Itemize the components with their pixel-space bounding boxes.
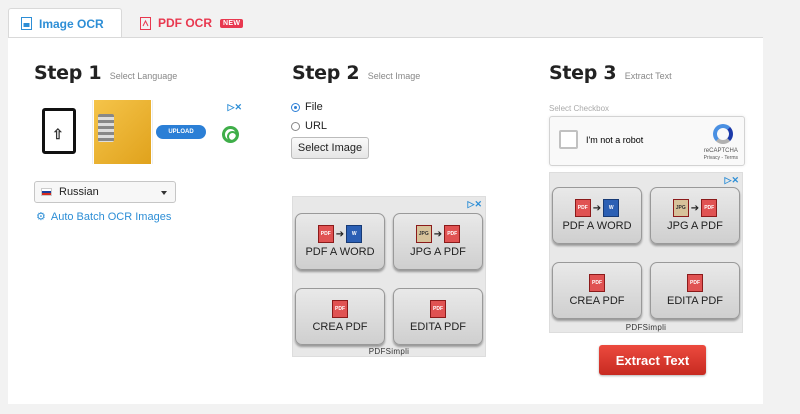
zip-folder-icon — [98, 114, 114, 142]
ad-button-label: JPG A PDF — [410, 246, 466, 258]
ad-pdf-to-word-button[interactable]: PDF ➔ W PDF A WORD — [552, 187, 642, 244]
step2-heading: Step 2 Select Image — [292, 62, 420, 84]
upload-file-ad-tile[interactable]: ⇧ — [35, 100, 93, 164]
step2-ad[interactable]: ▷✕ PDF ➔ W PDF A WORD JPG ➔ PDF JPG A PDF PD… — [292, 196, 486, 357]
ad-button-label: CREA PDF — [312, 321, 368, 333]
auto-batch-label: Auto Batch OCR Images — [50, 210, 172, 223]
image-file-icon — [21, 17, 32, 30]
step3-heading: Step 3 Extract Text — [549, 62, 672, 84]
recaptcha-text: I'm not a robot — [586, 135, 644, 145]
recaptcha-brand-name: reCAPTCHA — [703, 148, 738, 154]
recaptcha-brand: reCAPTCHA Privacy - Terms — [704, 148, 738, 162]
ad-close-icon[interactable]: ▷✕ — [725, 175, 739, 186]
pdf-icon: PDF — [332, 300, 348, 318]
step1-ad[interactable]: ⇧ UPLOAD ▷✕ — [35, 100, 245, 164]
pdf-icon: PDF — [701, 199, 718, 217]
pdf-icon: PDF — [430, 300, 446, 318]
tab-image-ocr-label: Image OCR — [39, 16, 104, 31]
recaptcha-logo-icon — [713, 124, 733, 144]
ad-close-icon[interactable]: ▷✕ — [228, 102, 242, 113]
tab-bar: Image OCR PDF OCR NEW — [0, 0, 800, 38]
tab-pdf-ocr[interactable]: PDF OCR NEW — [128, 8, 248, 38]
jpg-icon: JPG — [672, 199, 689, 217]
ad-button-label: PDF A WORD — [305, 246, 375, 258]
select-checkbox-label: Select Checkbox — [549, 104, 610, 113]
radio-file[interactable]: File — [291, 101, 323, 113]
ad-button-label: JPG A PDF — [667, 220, 723, 232]
recaptcha-checkbox[interactable] — [559, 130, 578, 149]
step3-subtitle: Extract Text — [624, 71, 672, 81]
radio-file-indicator[interactable] — [291, 102, 300, 112]
gears-icon: ⚙ — [36, 211, 46, 223]
jpg-icon: JPG — [415, 225, 432, 243]
radio-url[interactable]: URL — [291, 120, 327, 132]
word-icon: W — [346, 225, 363, 243]
radio-url-indicator[interactable] — [291, 121, 300, 131]
ad-create-pdf-button[interactable]: PDF CREA PDF — [552, 262, 642, 319]
step1-title: Step 1 — [34, 62, 102, 84]
language-select[interactable]: Russian — [34, 181, 176, 203]
ad-create-pdf-button[interactable]: PDF CREA PDF — [295, 288, 385, 345]
pdf-file-icon — [140, 16, 151, 30]
upload-file-icon: ⇧ — [42, 108, 76, 154]
select-image-button[interactable]: Select Image — [291, 137, 369, 159]
pdf-icon: PDF — [317, 225, 334, 243]
ad-edit-pdf-button[interactable]: PDF EDITA PDF — [393, 288, 483, 345]
ad-button-label: CREA PDF — [569, 295, 625, 307]
pdf-icon: PDF — [444, 225, 461, 243]
pdf-icon: PDF — [589, 274, 605, 292]
ad-button-label: EDITA PDF — [666, 295, 724, 307]
recaptcha-links[interactable]: Privacy - Terms — [704, 155, 738, 162]
chevron-down-icon — [161, 191, 167, 195]
auto-batch-link[interactable]: ⚙ Auto Batch OCR Images — [36, 210, 172, 224]
step2-subtitle: Select Image — [367, 71, 421, 81]
tab-pdf-ocr-label: PDF OCR — [158, 16, 212, 30]
ad-brand: PDFSimpli — [625, 323, 667, 332]
radio-url-label: URL — [305, 120, 328, 132]
ad-jpg-to-pdf-button[interactable]: JPG ➔ PDF JPG A PDF — [650, 187, 740, 244]
new-badge: NEW — [220, 18, 244, 28]
zip-folder-ad-tile[interactable] — [94, 100, 151, 164]
tab-image-ocr[interactable]: Image OCR — [8, 8, 122, 38]
ad-close-icon[interactable]: ▷✕ — [468, 199, 482, 210]
pdf-icon: PDF — [687, 274, 703, 292]
step1-subtitle: Select Language — [109, 71, 178, 81]
step2-title: Step 2 — [292, 62, 360, 84]
pdf-icon: PDF — [574, 199, 591, 217]
step3-title: Step 3 — [549, 62, 617, 84]
ad-button-label: EDITA PDF — [409, 321, 467, 333]
ad-edit-pdf-button[interactable]: PDF EDITA PDF — [650, 262, 740, 319]
ad-brand: PDFSimpli — [368, 347, 410, 356]
radio-file-label: File — [305, 101, 323, 113]
step1-heading: Step 1 Select Language — [34, 62, 177, 84]
ocr-panel: Step 1 Select Language ⇧ UPLOAD ▷✕ Russi… — [8, 37, 763, 404]
word-icon: W — [603, 199, 620, 217]
recaptcha-widget: I'm not a robot reCAPTCHA Privacy - Term… — [549, 116, 745, 166]
upload-ad-label: UPLOAD — [156, 125, 206, 139]
ad-jpg-to-pdf-button[interactable]: JPG ➔ PDF JPG A PDF — [393, 213, 483, 270]
language-selected-value: Russian — [59, 186, 99, 198]
step3-ad[interactable]: ▷✕ PDF ➔ W PDF A WORD JPG ➔ PDF JPG A PDF PD… — [549, 172, 743, 333]
russian-flag-icon — [41, 188, 52, 196]
upload-button-ad-tile[interactable]: UPLOAD — [152, 100, 209, 164]
ad-button-label: PDF A WORD — [562, 220, 632, 232]
spiral-logo-icon — [222, 126, 239, 143]
ad-pdf-to-word-button[interactable]: PDF ➔ W PDF A WORD — [295, 213, 385, 270]
extract-text-button[interactable]: Extract Text — [599, 345, 706, 375]
